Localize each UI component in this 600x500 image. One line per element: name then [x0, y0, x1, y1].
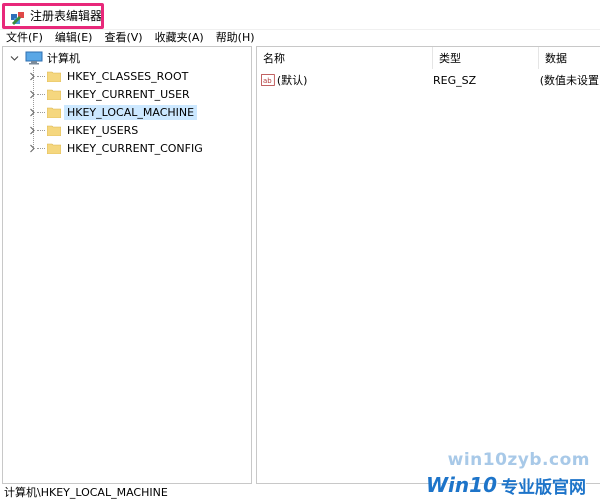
folder-icon	[47, 71, 61, 82]
string-value-icon: ab	[261, 74, 275, 86]
watermark-url: win10zyb.com	[447, 450, 590, 470]
watermark-brand-cn: 专业版官网	[501, 477, 586, 498]
tree-item-hkey-current-config[interactable]: HKEY_CURRENT_CONFIG	[27, 139, 203, 157]
tree-branch	[37, 93, 45, 95]
tree-item-hkey-classes-root[interactable]: HKEY_CLASSES_ROOT	[27, 67, 188, 85]
value-row[interactable]: ab (默认) REG_SZ (数值未设置)	[261, 71, 600, 89]
column-header-name[interactable]: 名称	[257, 47, 433, 69]
column-header-label: 数据	[545, 52, 567, 65]
tree-item-label: HKEY_USERS	[67, 123, 139, 137]
value-type: REG_SZ	[433, 73, 477, 87]
tree-item-label: HKEY_CURRENT_USER	[67, 87, 190, 101]
folder-icon	[47, 143, 61, 154]
tree-branch	[37, 75, 45, 77]
tree-branch	[37, 111, 45, 113]
column-header-type[interactable]: 类型	[433, 47, 539, 69]
tree-item-hkey-current-user[interactable]: HKEY_CURRENT_USER	[27, 85, 190, 103]
tree-item-label-selected: HKEY_LOCAL_MACHINE	[64, 104, 198, 120]
watermark-brand-win10: Win10	[426, 473, 497, 497]
column-header-data[interactable]: 数据	[539, 47, 600, 69]
chevron-down-icon[interactable]	[9, 53, 19, 63]
chevron-right-icon[interactable]	[27, 143, 37, 153]
computer-icon	[25, 51, 43, 65]
menu-file[interactable]: 文件(F)	[6, 30, 43, 46]
folder-icon	[47, 89, 61, 100]
menu-view[interactable]: 查看(V)	[104, 30, 142, 46]
tree-root-label: 计算机	[47, 52, 80, 65]
tree-branch	[37, 147, 45, 149]
title-highlight-box	[2, 3, 104, 29]
folder-icon	[47, 107, 61, 118]
menu-bar: 文件(F) 编辑(E) 查看(V) 收藏夹(A) 帮助(H)	[0, 30, 600, 46]
chevron-right-icon[interactable]	[27, 89, 37, 99]
value-data: (数值未设置)	[539, 74, 600, 87]
svg-text:ab: ab	[263, 77, 272, 85]
menu-favorites[interactable]: 收藏夹(A)	[155, 30, 204, 46]
values-pane[interactable]: 名称 类型 数据 ab (默认) REG_SZ (数值未设置)	[256, 46, 600, 484]
column-header-label: 类型	[439, 52, 461, 65]
title-bar[interactable]: 注册表编辑器	[0, 0, 600, 30]
watermark-brand: Win10 专业版官网	[426, 472, 586, 498]
tree-item-label: HKEY_CLASSES_ROOT	[67, 69, 189, 83]
tree-item-label: HKEY_CURRENT_CONFIG	[67, 141, 203, 155]
chevron-right-icon[interactable]	[27, 125, 37, 135]
chevron-right-icon[interactable]	[27, 71, 37, 81]
value-name: (默认)	[276, 74, 308, 87]
menu-help[interactable]: 帮助(H)	[216, 30, 255, 46]
chevron-right-icon[interactable]	[27, 107, 37, 117]
tree-item-hkey-users[interactable]: HKEY_USERS	[27, 121, 138, 139]
tree-root-computer[interactable]: 计算机	[9, 49, 80, 67]
key-tree-pane[interactable]: 计算机 HKEY_CLASSES_ROOT HKEY_CURRENT_USER …	[2, 46, 252, 484]
tree-item-hkey-local-machine[interactable]: HKEY_LOCAL_MACHINE	[27, 103, 198, 121]
menu-edit[interactable]: 编辑(E)	[55, 30, 93, 46]
folder-icon	[47, 125, 61, 136]
tree-branch	[37, 129, 45, 131]
column-header-label: 名称	[263, 52, 285, 65]
